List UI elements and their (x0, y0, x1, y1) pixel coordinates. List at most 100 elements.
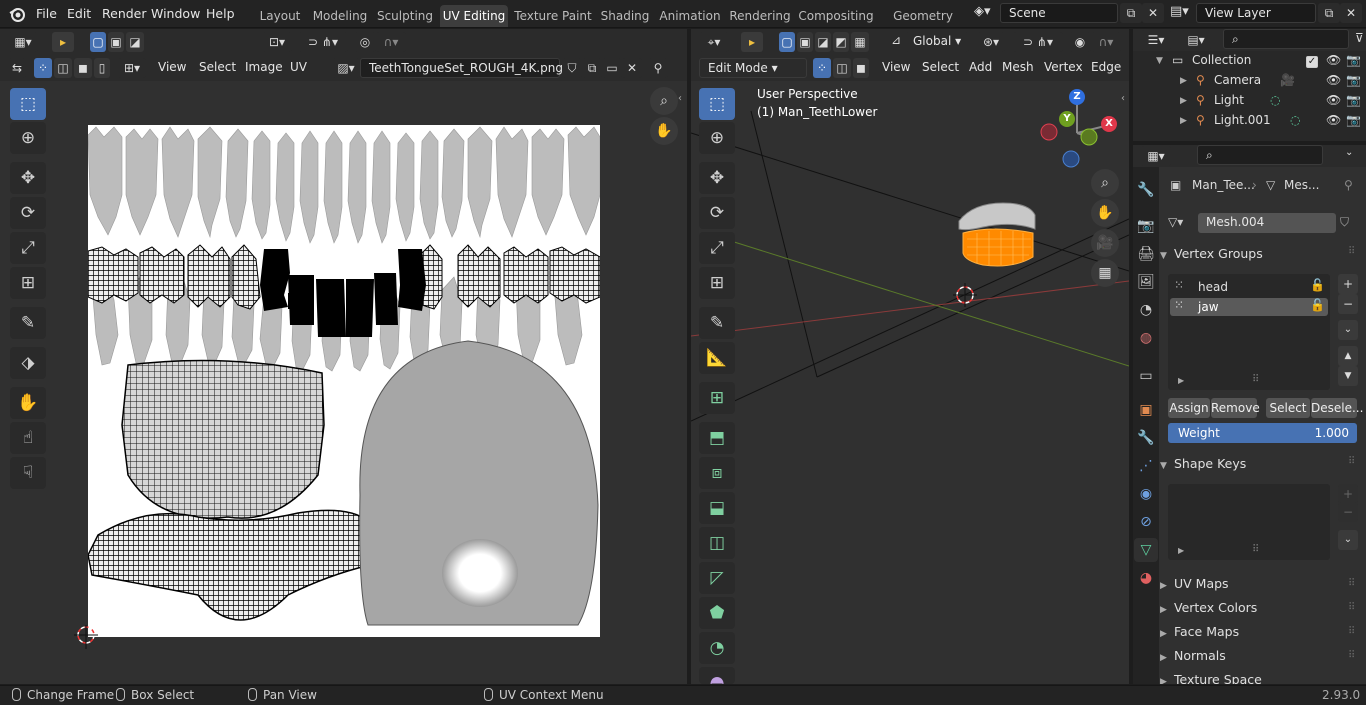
select-mode-new-icon[interactable]: ▢ (90, 32, 106, 52)
face-maps-panel-header[interactable]: ▶ Face Maps (1160, 624, 1360, 639)
render-camera-icon[interactable]: 📷 (1346, 93, 1361, 107)
outliner-editor-type-icon[interactable]: ☰▾ (1141, 30, 1171, 50)
uv-vertex-select-icon[interactable]: ⁘ (34, 58, 52, 78)
relax-tool-icon[interactable]: ☝ (10, 422, 46, 454)
vp-move-tool-icon[interactable]: ✥ (699, 162, 735, 194)
close-view-layer-icon[interactable]: ✕ (1340, 3, 1362, 23)
render-camera-icon[interactable]: 📷 (1346, 113, 1361, 127)
shape-key-specials-icon[interactable]: ⌄ (1338, 530, 1358, 550)
falloff-icon[interactable]: ∩▾ (376, 32, 406, 52)
output-properties-tab-icon[interactable]: 🖨 (1134, 242, 1158, 266)
uv-texture-image[interactable] (87, 125, 601, 637)
3d-cursor-icon[interactable] (953, 283, 977, 307)
pinch-tool-icon[interactable]: ☟ (10, 457, 46, 489)
scene-field[interactable]: Scene (1000, 3, 1118, 23)
cursor-tool-icon[interactable]: ⊕ (10, 122, 46, 154)
properties-options-icon[interactable]: ⌄ (1345, 147, 1353, 158)
view-layer-tab-icon[interactable]: 🖼 (1134, 270, 1158, 294)
sidebar-toggle-icon[interactable]: ‹ (678, 93, 682, 104)
vp-menu-vertex[interactable]: Vertex (1044, 60, 1083, 74)
vp-sidebar-toggle-icon[interactable]: ‹ (1121, 93, 1125, 104)
editor-type-icon[interactable]: ▦▾ (8, 32, 38, 52)
display-mode-icon[interactable]: ▤▾ (1181, 30, 1211, 50)
exclude-checkbox[interactable]: ✓ (1306, 56, 1318, 68)
remove-vertex-group-icon[interactable]: − (1338, 294, 1358, 314)
vp-menu-add[interactable]: Add (969, 60, 992, 74)
uv-menu-uv[interactable]: UV (290, 60, 307, 74)
panel-drag-handle[interactable]: ⠿ (1348, 456, 1355, 467)
vp-menu-select[interactable]: Select (922, 60, 959, 74)
vp-scale-tool-icon[interactable]: ⤢ (699, 232, 735, 264)
outliner-row-camera[interactable]: ▶ ⚲ Camera 🎥 👁 📷 (1140, 73, 1366, 93)
vp-annotate-tool-icon[interactable]: ✎ (699, 307, 735, 339)
vp-falloff-icon[interactable]: ∩▾ (1091, 32, 1121, 52)
vp-select-new-icon[interactable]: ▢ (779, 32, 795, 52)
add-vertex-group-icon[interactable]: + (1338, 274, 1358, 294)
uv-maps-panel-header[interactable]: ▶ UV Maps (1160, 576, 1360, 591)
grab-tool-icon[interactable]: ✋ (10, 387, 46, 419)
uv-menu-select[interactable]: Select (199, 60, 236, 74)
vp-transform-tool-icon[interactable]: ⊞ (699, 267, 735, 299)
texture-space-panel-header[interactable]: ▶ Texture Space (1160, 672, 1360, 684)
outliner-search-field[interactable]: ⌕ (1223, 29, 1349, 49)
poly-build-tool-icon[interactable]: ⬟ (699, 597, 735, 629)
select-button[interactable]: Select (1266, 398, 1310, 418)
zoom-icon[interactable]: ⌕ (650, 87, 678, 115)
panel-drag-handle[interactable]: ⠿ (1348, 650, 1355, 661)
vp-select-invert-icon[interactable]: ◩ (833, 32, 849, 52)
close-scene-icon[interactable]: ✕ (1142, 3, 1164, 23)
add-cube-tool-icon[interactable]: ⊞ (699, 382, 735, 414)
vp-select-intersect-icon[interactable]: ▦ (851, 32, 869, 52)
uv-editor-area[interactable]: ▦▾ ▸ ▢ ▣ ◪ ⊡▾ ⊃ ⋔▾ ◎ ∩▾ ⇆ ⁘ ◫ ◼ ▯ ⊞▾ Vie… (0, 29, 687, 684)
vertex-group-list[interactable]: ⁙ head 🔓 ⁙ jaw 🔓 ▶ ⠿ (1168, 274, 1330, 390)
vp-select-extend-icon[interactable]: ▣ (797, 32, 813, 52)
face-select-mode-icon[interactable]: ◼ (853, 58, 869, 78)
lock-icon[interactable]: 🔓 (1310, 298, 1325, 312)
fake-user-shield-icon[interactable]: ⛉ (562, 58, 582, 78)
render-camera-icon[interactable]: 📷 (1346, 73, 1361, 87)
move-down-icon[interactable]: ▼ (1338, 366, 1358, 386)
tab-animation[interactable]: Animation (658, 5, 722, 27)
vp-menu-edge[interactable]: Edge (1091, 60, 1121, 74)
vp-hand-pan-icon[interactable]: ✋ (1091, 199, 1119, 227)
scale-tool-icon[interactable]: ⤢ (10, 232, 46, 264)
particles-tab-icon[interactable]: ⋰ (1134, 454, 1158, 478)
sticky-selection-icon[interactable]: ⊞▾ (118, 58, 146, 78)
open-image-icon[interactable]: ▭ (602, 58, 622, 78)
menu-help[interactable]: Help (206, 6, 235, 21)
viewport-editor-type-icon[interactable]: ⌖▾ (699, 32, 729, 52)
collection-tab-icon[interactable]: ▭ (1134, 364, 1158, 388)
outliner-row-collection[interactable]: ▼ ▭ Collection ✓ 👁 📷 (1140, 53, 1366, 73)
hand-pan-icon[interactable]: ✋ (650, 117, 678, 145)
move-up-icon[interactable]: ▲ (1338, 346, 1358, 366)
tab-geometry-nodes[interactable]: Geometry Nod (880, 5, 966, 45)
vertex-groups-panel-header[interactable]: ▼ Vertex Groups (1160, 246, 1360, 261)
select-mode-extend-icon[interactable]: ▣ (108, 32, 124, 52)
visibility-eye-icon[interactable]: 👁 (1326, 73, 1341, 87)
list-expand-icon[interactable]: ▶ (1178, 376, 1184, 385)
sync-selection-icon[interactable]: ⇆ (8, 58, 26, 78)
edge-select-mode-icon[interactable]: ◫ (833, 58, 851, 78)
scene-tab-icon[interactable]: ◔ (1134, 298, 1158, 322)
render-camera-icon[interactable]: 📷 (1346, 53, 1361, 67)
mesh-datablock-row[interactable]: ▽▾ Mesh.004 ⛉ (1168, 213, 1358, 233)
material-tab-icon[interactable]: ◕ (1134, 566, 1158, 590)
transform-orientation-dropdown[interactable]: Global ▾ (905, 32, 969, 52)
mesh-data-tab-icon[interactable]: ▽ (1134, 538, 1158, 562)
orientation-icon[interactable]: ⊿ (891, 33, 901, 47)
vertex-select-mode-icon[interactable]: ⁘ (813, 58, 831, 78)
tab-compositing[interactable]: Compositing (798, 5, 874, 27)
vp-menu-mesh[interactable]: Mesh (1002, 60, 1034, 74)
pin-icon[interactable]: ⚲ (1344, 178, 1353, 192)
view-layer-field[interactable]: View Layer (1196, 3, 1316, 23)
panel-drag-handle[interactable]: ⠿ (1348, 246, 1355, 257)
annotate-tool-icon[interactable]: ✎ (10, 307, 46, 339)
uv-2d-cursor-icon[interactable] (66, 625, 106, 665)
navigation-gizmo[interactable]: Z Y X (1037, 87, 1127, 171)
mode-dropdown[interactable]: Edit Mode ▾ (699, 58, 807, 78)
view-layer-icon[interactable]: ▤▾ (1170, 4, 1194, 24)
assign-button[interactable]: Assign (1168, 398, 1210, 418)
tab-modeling[interactable]: Modeling (310, 5, 370, 27)
selected-mesh-teeth[interactable] (953, 199, 1039, 271)
vertex-colors-panel-header[interactable]: ▶ Vertex Colors (1160, 600, 1360, 615)
